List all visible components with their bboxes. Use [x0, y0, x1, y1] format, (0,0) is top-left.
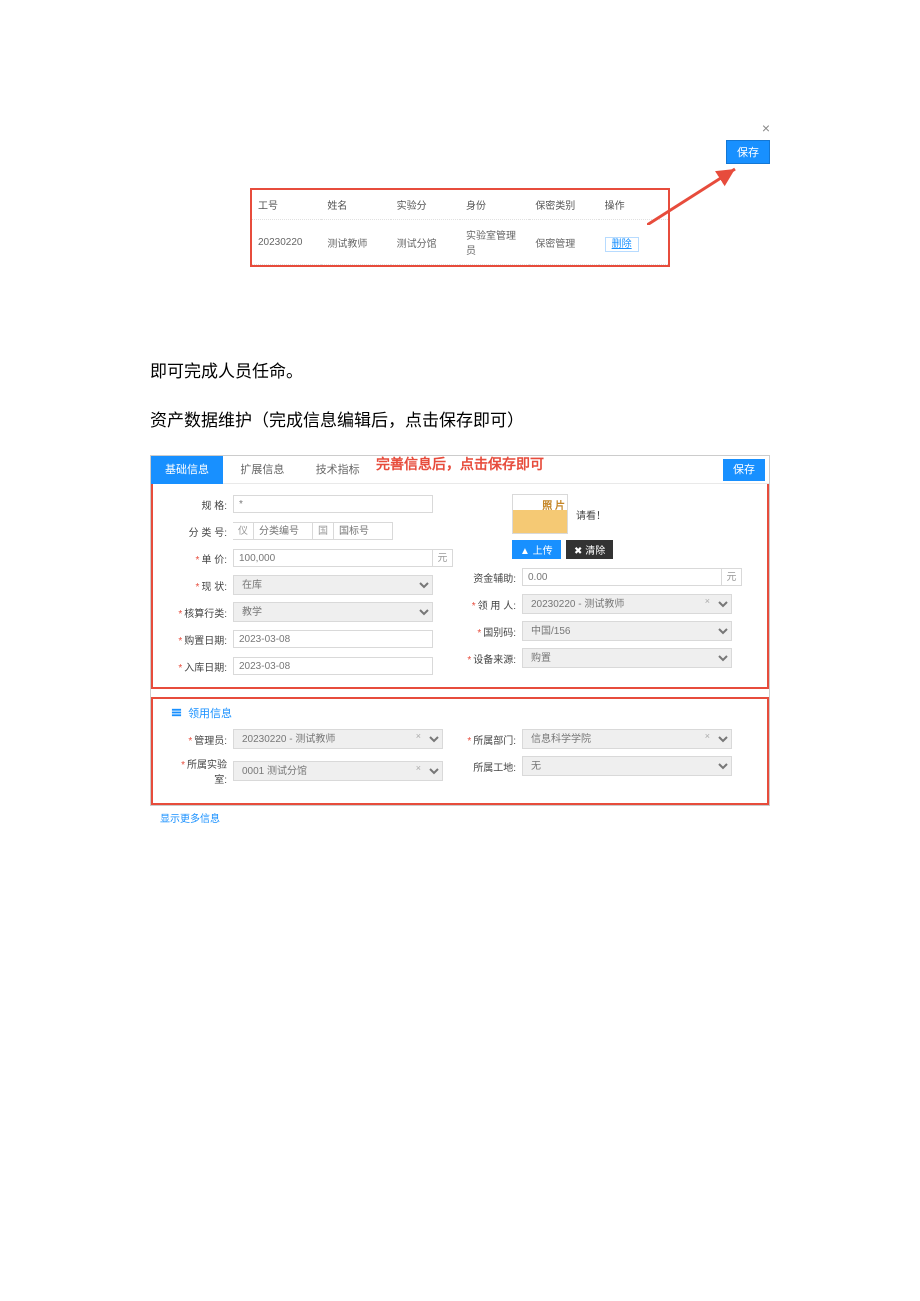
label-price: 单 价: [171, 551, 227, 566]
photo-hint: 请看！ [576, 507, 606, 522]
select-site[interactable]: 无 [522, 756, 732, 776]
label-class: 核算行类: [171, 605, 227, 620]
input-model1[interactable] [253, 522, 313, 540]
photo-caption: 照 片 [542, 497, 565, 512]
th-sec: 保密类别 [529, 190, 598, 220]
label-keeper: 领 用 人: [460, 597, 516, 612]
cell-role: 实验室管理员 [460, 220, 529, 265]
close-icon[interactable]: × [762, 120, 770, 136]
clear-icon[interactable]: × [416, 763, 421, 773]
label-acc: 资金辅助: [460, 570, 516, 585]
label-mgr: 管理员: [171, 732, 227, 747]
upload-button[interactable]: ▲ 上传 [512, 540, 561, 559]
select-country[interactable]: 中国/156 [522, 621, 732, 641]
label-site: 所属工地: [460, 759, 516, 774]
table-row: 20230220 测试教师 测试分馆 实验室管理员 保密管理 删除 [252, 220, 668, 265]
th-op: 操作 [599, 190, 668, 220]
footer-link[interactable]: 显示更多信息 [160, 810, 770, 825]
clear-icon[interactable]: × [705, 596, 710, 606]
doc-line-2: 资产数据维护（完成信息编辑后，点击保存即可） [150, 406, 770, 431]
personnel-table: 工号 姓名 实验分 身份 保密类别 操作 20230220 测试教师 测试分馆 … [250, 188, 670, 267]
unit-acc: 元 [722, 568, 742, 586]
label-model: 分 类 号: [171, 524, 227, 539]
input-price[interactable] [233, 549, 433, 567]
input-acc[interactable] [522, 568, 722, 586]
label-country: 国别码: [460, 624, 516, 639]
label-src: 设备来源: [460, 651, 516, 666]
label-room: 所属实验室: [171, 756, 227, 786]
select-mgr[interactable]: 20230220 - 测试教师 [233, 729, 443, 749]
asset-form-screenshot: 完善信息后，点击保存即可 基础信息 扩展信息 技术指标 保存 规 格: 分 类 … [150, 455, 770, 806]
label-buydate: 购置日期: [171, 632, 227, 647]
section-title-usage: 领用信息 [171, 705, 749, 721]
list-icon [171, 707, 182, 718]
th-role: 身份 [460, 190, 529, 220]
select-status[interactable]: 在库 [233, 575, 433, 595]
save-button-top[interactable]: 保存 [726, 140, 770, 164]
select-keeper[interactable]: 20230220 - 测试教师 [522, 594, 732, 614]
banner-text: 完善信息后，点击保存即可 [151, 454, 769, 474]
th-name: 姓名 [321, 190, 390, 220]
delete-link[interactable]: 删除 [605, 237, 639, 252]
model-prefix: 仪 [233, 522, 253, 540]
clear-button[interactable]: ✖ 清除 [566, 540, 613, 559]
input-indate[interactable] [233, 657, 433, 675]
label-status: 现 状: [171, 578, 227, 593]
input-model2[interactable] [333, 522, 393, 540]
input-buydate[interactable] [233, 630, 433, 648]
label-dept: 所属部门: [460, 732, 516, 747]
cell-sec: 保密管理 [529, 220, 598, 265]
select-room[interactable]: 0001 测试分馆 [233, 761, 443, 781]
cell-lab: 测试分馆 [391, 220, 460, 265]
select-src[interactable]: 购置 [522, 648, 732, 668]
unit-price: 元 [433, 549, 453, 567]
clear-icon[interactable]: × [416, 731, 421, 741]
th-id: 工号 [252, 190, 321, 220]
input-spec[interactable] [233, 495, 433, 513]
photo-preview: 照 片 [512, 494, 568, 534]
cell-name: 测试教师 [321, 220, 390, 265]
th-lab: 实验分 [391, 190, 460, 220]
cell-id: 20230220 [252, 220, 321, 265]
clear-icon[interactable]: × [705, 731, 710, 741]
model-mid: 国 [313, 522, 333, 540]
select-dept[interactable]: 信息科学学院 [522, 729, 732, 749]
doc-line-1: 即可完成人员任命。 [150, 357, 770, 382]
select-class[interactable]: 教学 [233, 602, 433, 622]
label-spec: 规 格: [171, 497, 227, 512]
label-indate: 入库日期: [171, 659, 227, 674]
